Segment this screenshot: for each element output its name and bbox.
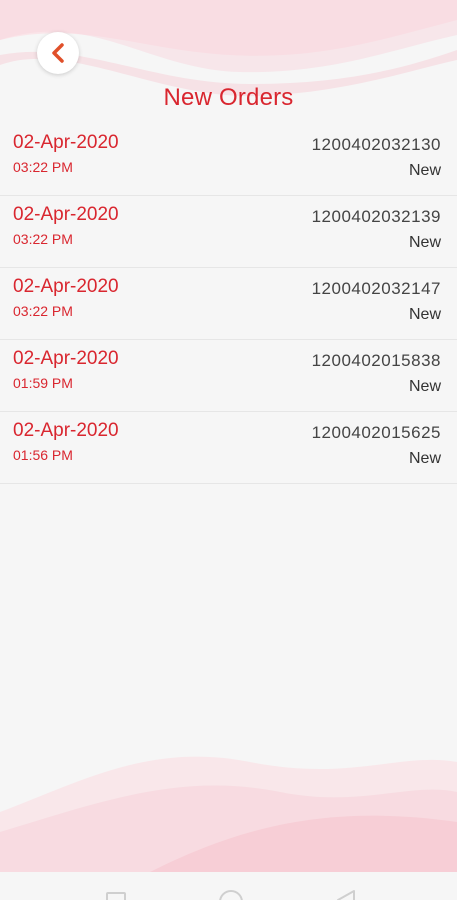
order-date: 02-Apr-2020 [13, 276, 119, 297]
order-date: 02-Apr-2020 [13, 348, 119, 369]
order-status: New [408, 378, 441, 395]
orders-list: 02-Apr-2020 03:22 PM 1200402032130 New 0… [0, 124, 457, 484]
order-time: 03:22 PM [13, 231, 73, 247]
order-time: 01:56 PM [13, 447, 73, 463]
home-icon[interactable] [219, 890, 243, 900]
system-nav-bar [0, 872, 457, 900]
order-number: 1200402032130 [311, 135, 441, 154]
recent-apps-icon[interactable] [106, 892, 126, 900]
order-number: 1200402032147 [311, 279, 441, 298]
back-button[interactable] [37, 32, 79, 74]
order-status: New [408, 162, 441, 179]
chevron-left-icon [52, 43, 64, 63]
order-row[interactable]: 02-Apr-2020 03:22 PM 1200402032147 New [0, 268, 457, 340]
order-row[interactable]: 02-Apr-2020 03:22 PM 1200402032139 New [0, 196, 457, 268]
order-row[interactable]: 02-Apr-2020 03:22 PM 1200402032130 New [0, 124, 457, 196]
decorative-wave-bottom [0, 756, 457, 872]
order-status: New [408, 450, 441, 467]
order-status: New [408, 234, 441, 251]
order-number: 1200402015625 [311, 423, 441, 442]
order-time: 03:22 PM [13, 159, 73, 175]
order-row[interactable]: 02-Apr-2020 01:59 PM 1200402015838 New [0, 340, 457, 412]
order-date: 02-Apr-2020 [13, 204, 119, 225]
back-nav-icon[interactable] [334, 888, 358, 900]
order-number: 1200402032139 [311, 207, 441, 226]
order-time: 03:22 PM [13, 303, 73, 319]
order-time: 01:59 PM [13, 375, 73, 391]
order-date: 02-Apr-2020 [13, 420, 119, 441]
order-status: New [408, 306, 441, 323]
page-title: New Orders [163, 84, 294, 111]
order-date: 02-Apr-2020 [13, 132, 119, 153]
order-row[interactable]: 02-Apr-2020 01:56 PM 1200402015625 New [0, 412, 457, 484]
order-number: 1200402015838 [311, 351, 441, 370]
